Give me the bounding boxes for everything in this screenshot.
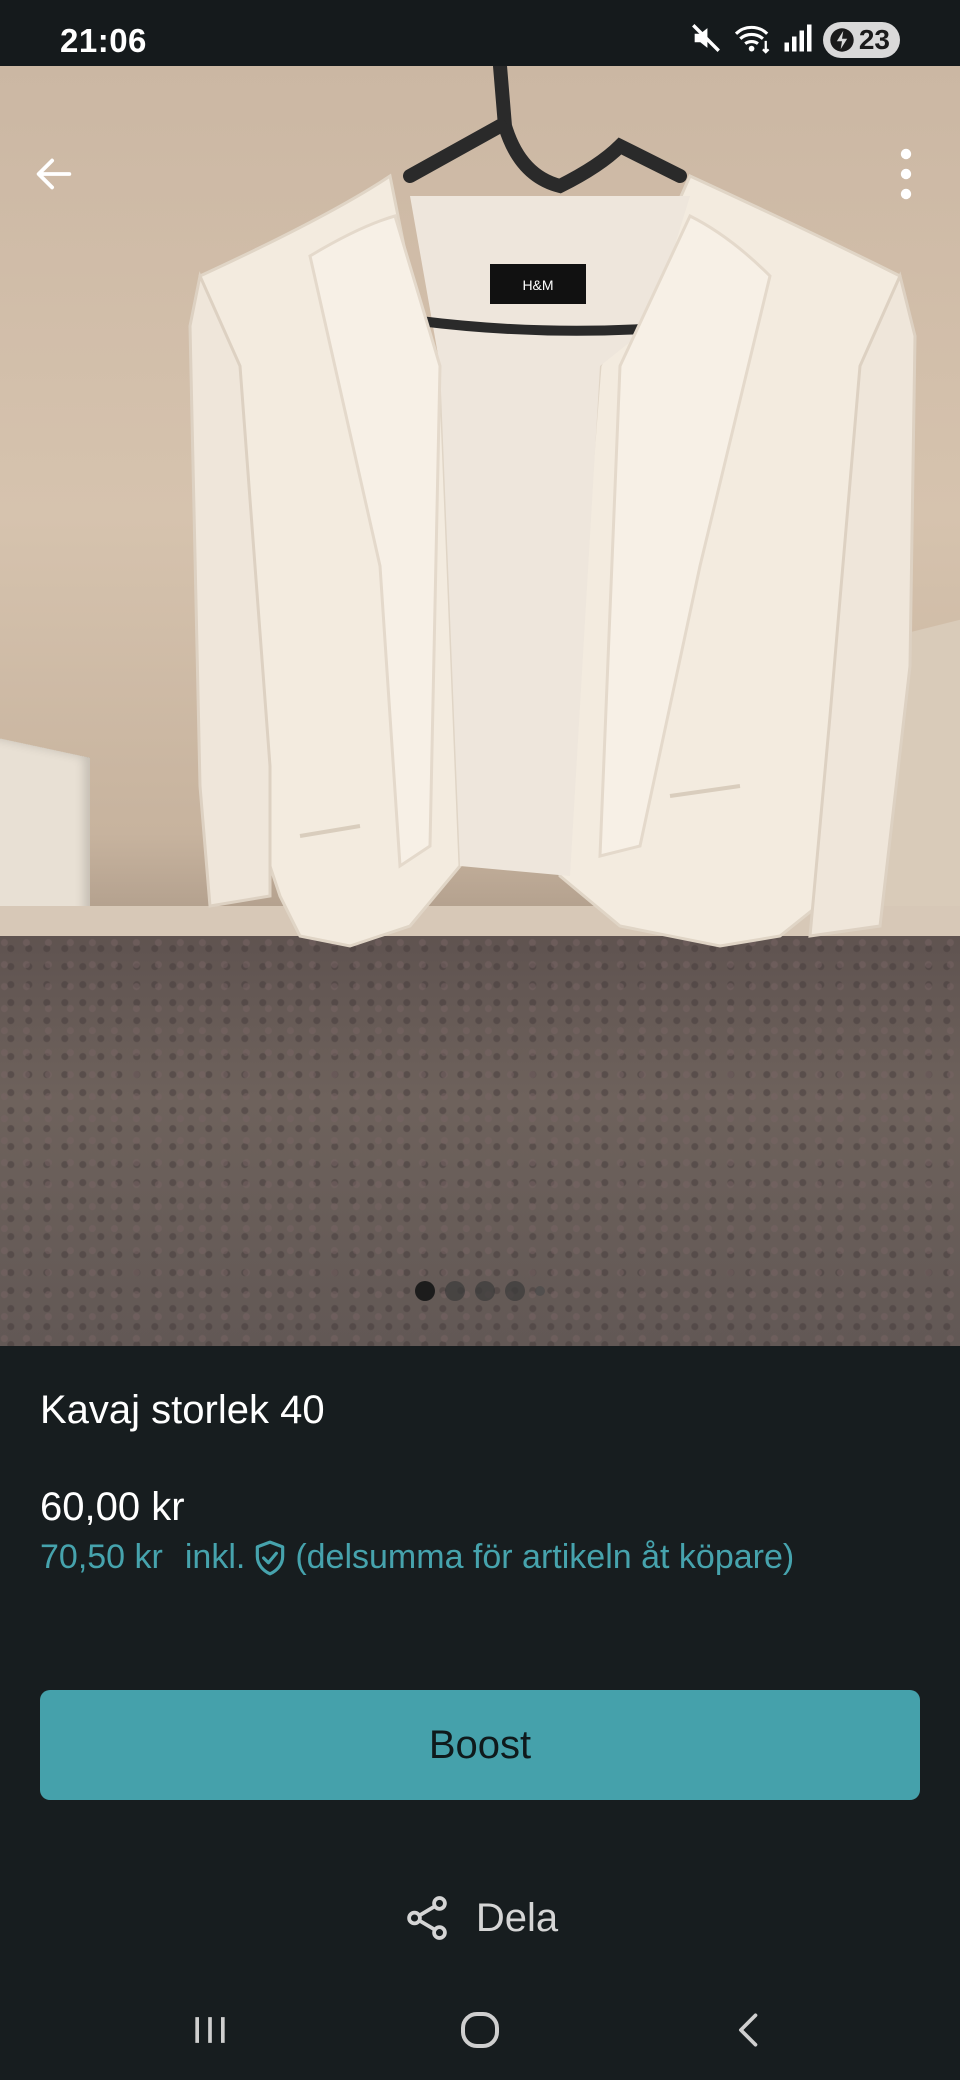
battery-level: 23: [858, 24, 890, 55]
system-navigation-bar: [0, 1970, 960, 2080]
status-bar: 21:06 23: [0, 0, 960, 66]
wifi-icon: [733, 21, 773, 60]
home-button[interactable]: [440, 1990, 520, 2070]
gallery-dot[interactable]: [445, 1281, 465, 1301]
gallery-dot[interactable]: [475, 1281, 495, 1301]
price-incl-word: inkl.: [184, 1538, 246, 1576]
share-label: Dela: [475, 1895, 559, 1940]
battery-indicator: 23: [822, 22, 900, 58]
share-button[interactable]: Dela: [0, 1890, 960, 1946]
signal-icon: [783, 23, 813, 58]
system-back-button[interactable]: [710, 1990, 790, 2070]
share-icon: [407, 1896, 447, 1940]
svg-text:H&M: H&M: [522, 277, 553, 293]
gallery-pagination: [0, 1281, 960, 1301]
mute-icon: [689, 21, 723, 60]
chevron-left-icon: [739, 2013, 758, 2047]
shield-check-icon: [256, 1540, 285, 1575]
recent-apps-button[interactable]: [170, 1990, 250, 2070]
price-incl-note: (delsumma för artikeln åt köpare): [295, 1538, 795, 1576]
listing-price: 60,00 kr: [40, 1485, 185, 1529]
home-icon: [461, 2012, 499, 2048]
product-image-gallery[interactable]: H&M: [0, 66, 960, 1346]
status-icons: 23: [689, 20, 900, 60]
back-button[interactable]: [14, 134, 94, 214]
listing-title: Kavaj storlek 40: [40, 1388, 325, 1432]
more-vertical-icon: [900, 148, 912, 200]
more-options-button[interactable]: [866, 134, 946, 214]
screen: 21:06 23 H&M Kavaj storlek 40 60,00 kr 7…: [0, 0, 960, 2080]
arrow-left-icon: [36, 158, 72, 190]
status-time: 21:06: [60, 22, 147, 59]
charging-icon: [830, 28, 854, 52]
recent-apps-icon: [195, 2017, 225, 2043]
product-photo-blazer: H&M: [188, 66, 917, 948]
price-incl-protection[interactable]: 70,50 kr inkl. (delsumma för artikeln åt…: [40, 1538, 794, 1577]
gallery-dot[interactable]: [535, 1286, 545, 1296]
price-incl-amount: 70,50 kr: [40, 1538, 163, 1576]
gallery-dot[interactable]: [415, 1281, 435, 1301]
boost-button[interactable]: Boost: [40, 1690, 920, 1800]
gallery-dot[interactable]: [505, 1281, 525, 1301]
